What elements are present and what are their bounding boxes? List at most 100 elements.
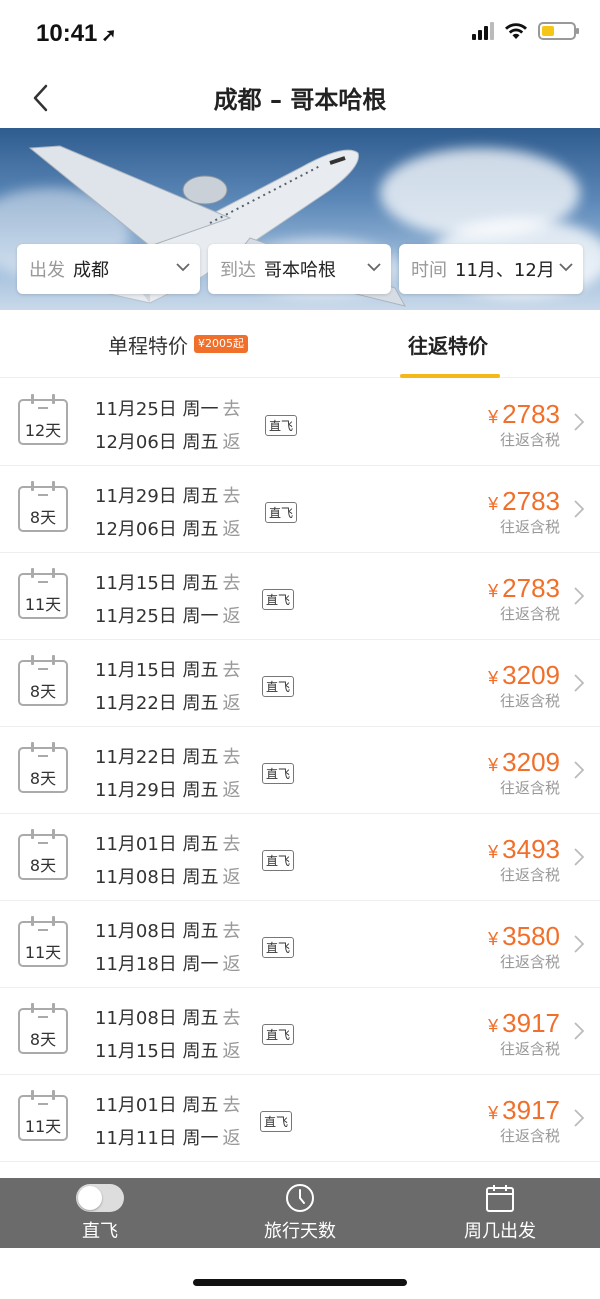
price-value: 3209 [502, 660, 560, 690]
outbound-date: 11月01日 周五 [95, 834, 219, 855]
return-word: 返 [222, 519, 241, 540]
direct-toggle[interactable]: 直飞 [0, 1178, 200, 1248]
departure-filter[interactable]: 出发 成都 [17, 244, 200, 294]
deal-row[interactable]: 12天 11月25日 周一去 12月06日 周五返 直飞 ¥2783 往返含税 [0, 379, 600, 466]
price-badge: ¥2005起 [194, 335, 248, 353]
outbound-word: 去 [222, 921, 241, 942]
page-title: 成都 – 哥本哈根 [213, 86, 387, 114]
outbound-line: 11月08日 周五去 [95, 915, 241, 948]
deal-list: 12天 11月25日 周一去 12月06日 周五返 直飞 ¥2783 往返含税 … [0, 379, 600, 1162]
outbound-date: 11月29日 周五 [95, 486, 219, 507]
deal-row[interactable]: 8天 11月29日 周五去 12月06日 周五返 直飞 ¥2783 往返含税 [0, 466, 600, 553]
return-date: 12月06日 周五 [95, 432, 219, 453]
deal-row[interactable]: 11天 11月08日 周五去 11月18日 周一返 直飞 ¥3580 往返含税 [0, 901, 600, 988]
outbound-line: 11月15日 周五去 [95, 654, 241, 687]
trip-dates: 11月01日 周五去 11月08日 周五返 [95, 828, 241, 894]
active-tab-indicator [400, 374, 500, 378]
price-value: 3917 [502, 1008, 560, 1038]
direct-flight-tag: 直飞 [265, 502, 298, 523]
return-word: 返 [222, 432, 241, 453]
price-value: 2783 [502, 399, 560, 429]
return-line: 12月06日 周五返 [95, 426, 241, 459]
trip-dates: 11月15日 周五去 11月25日 周一返 [95, 567, 241, 633]
direct-flight-tag: 直飞 [262, 589, 295, 610]
tax-note: 往返含税 [499, 1040, 560, 1058]
chevron-right-icon [574, 935, 584, 953]
price: ¥3580 [488, 921, 560, 952]
trip-days: 8天 [29, 682, 57, 701]
deal-row[interactable]: 11天 11月15日 周五去 11月25日 周一返 直飞 ¥2783 往返含税 [0, 553, 600, 640]
calendar-days-icon: 8天 [18, 1003, 68, 1054]
status-bar: 10:41 ➚ [0, 0, 600, 70]
outbound-line: 11月25日 周一去 [95, 393, 241, 426]
deal-row[interactable]: 8天 11月08日 周五去 11月15日 周五返 直飞 ¥3917 往返含税 [0, 988, 600, 1075]
return-line: 11月18日 周一返 [95, 948, 241, 981]
arrival-value: 哥本哈根 [264, 260, 336, 281]
tab-roundtrip-label: 往返特价 [408, 333, 488, 358]
battery-icon [538, 22, 579, 40]
tax-note: 往返含税 [499, 518, 560, 536]
deal-row[interactable]: 8天 11月01日 周五去 11月08日 周五返 直飞 ¥3493 往返含税 [0, 814, 600, 901]
calendar-days-icon: 8天 [18, 481, 68, 532]
trip-dates: 11月01日 周五去 11月11日 周一返 [95, 1089, 241, 1155]
currency-symbol: ¥ [488, 668, 499, 688]
trip-dates: 11月25日 周一去 12月06日 周五返 [95, 393, 241, 459]
calendar-days-icon: 12天 [18, 394, 68, 445]
clock-text: 10:41 [36, 20, 98, 47]
trip-length-label: 旅行天数 [264, 1221, 336, 1242]
tax-note: 往返含税 [499, 953, 560, 971]
trip-days: 8天 [29, 508, 57, 527]
outbound-line: 11月01日 周五去 [95, 1089, 241, 1122]
departure-label: 出发 [29, 260, 65, 281]
return-line: 11月11日 周一返 [95, 1122, 241, 1155]
chevron-right-icon [574, 1022, 584, 1040]
tax-note: 往返含税 [499, 692, 560, 710]
tax-note: 往返含税 [499, 605, 560, 623]
outbound-word: 去 [222, 747, 241, 768]
return-date: 11月08日 周五 [95, 867, 219, 888]
currency-symbol: ¥ [488, 494, 499, 514]
trip-days: 11天 [24, 595, 62, 614]
weekday-button[interactable]: 周几出发 [400, 1178, 600, 1248]
outbound-line: 11月01日 周五去 [95, 828, 241, 861]
outbound-date: 11月15日 周五 [95, 573, 219, 594]
outbound-date: 11月08日 周五 [95, 1008, 219, 1029]
chevron-right-icon [574, 587, 584, 605]
trip-days: 11天 [24, 943, 62, 962]
trip-length-button[interactable]: 旅行天数 [200, 1178, 400, 1248]
home-indicator [193, 1279, 407, 1286]
deal-row[interactable]: 11天 11月01日 周五去 11月11日 周一返 直飞 ¥3917 往返含税 [0, 1075, 600, 1162]
toggle-switch[interactable] [76, 1184, 124, 1212]
signal-icon [472, 22, 494, 40]
return-word: 返 [222, 693, 241, 714]
chevron-right-icon [574, 674, 584, 692]
arrival-label: 到达 [220, 260, 256, 281]
outbound-date: 11月01日 周五 [95, 1095, 219, 1116]
bottom-filter-bar: 直飞 旅行天数 周几出发 [0, 1178, 600, 1248]
currency-symbol: ¥ [488, 581, 499, 601]
trip-dates: 11月22日 周五去 11月29日 周五返 [95, 741, 241, 807]
return-word: 返 [222, 954, 241, 975]
outbound-word: 去 [222, 486, 241, 507]
deal-row[interactable]: 8天 11月22日 周五去 11月29日 周五返 直飞 ¥3209 往返含税 [0, 727, 600, 814]
calendar-days-icon: 11天 [18, 568, 68, 619]
status-time: 10:41 ➚ [36, 20, 116, 48]
nav-bar: 成都 – 哥本哈根 [0, 70, 600, 128]
tab-oneway[interactable]: 单程特价 ¥2005起 [108, 310, 248, 378]
trip-dates: 11月08日 周五去 11月15日 周五返 [95, 1002, 241, 1068]
direct-flight-tag: 直飞 [265, 415, 298, 436]
time-filter[interactable]: 时间 11月、12月 [399, 244, 583, 294]
price-value: 3209 [502, 747, 560, 777]
return-line: 11月15日 周五返 [95, 1035, 241, 1068]
direct-toggle-label: 直飞 [82, 1221, 118, 1242]
chevron-right-icon [574, 761, 584, 779]
deal-row[interactable]: 8天 11月15日 周五去 11月22日 周五返 直飞 ¥3209 往返含税 [0, 640, 600, 727]
currency-symbol: ¥ [488, 929, 499, 949]
tab-roundtrip[interactable]: 往返特价 [408, 310, 488, 378]
currency-symbol: ¥ [488, 407, 499, 427]
trip-days: 12天 [24, 421, 62, 440]
clock-icon [286, 1184, 314, 1212]
arrival-filter[interactable]: 到达 哥本哈根 [208, 244, 391, 294]
currency-symbol: ¥ [488, 1016, 499, 1036]
time-value: 11月、12月 [455, 260, 555, 281]
